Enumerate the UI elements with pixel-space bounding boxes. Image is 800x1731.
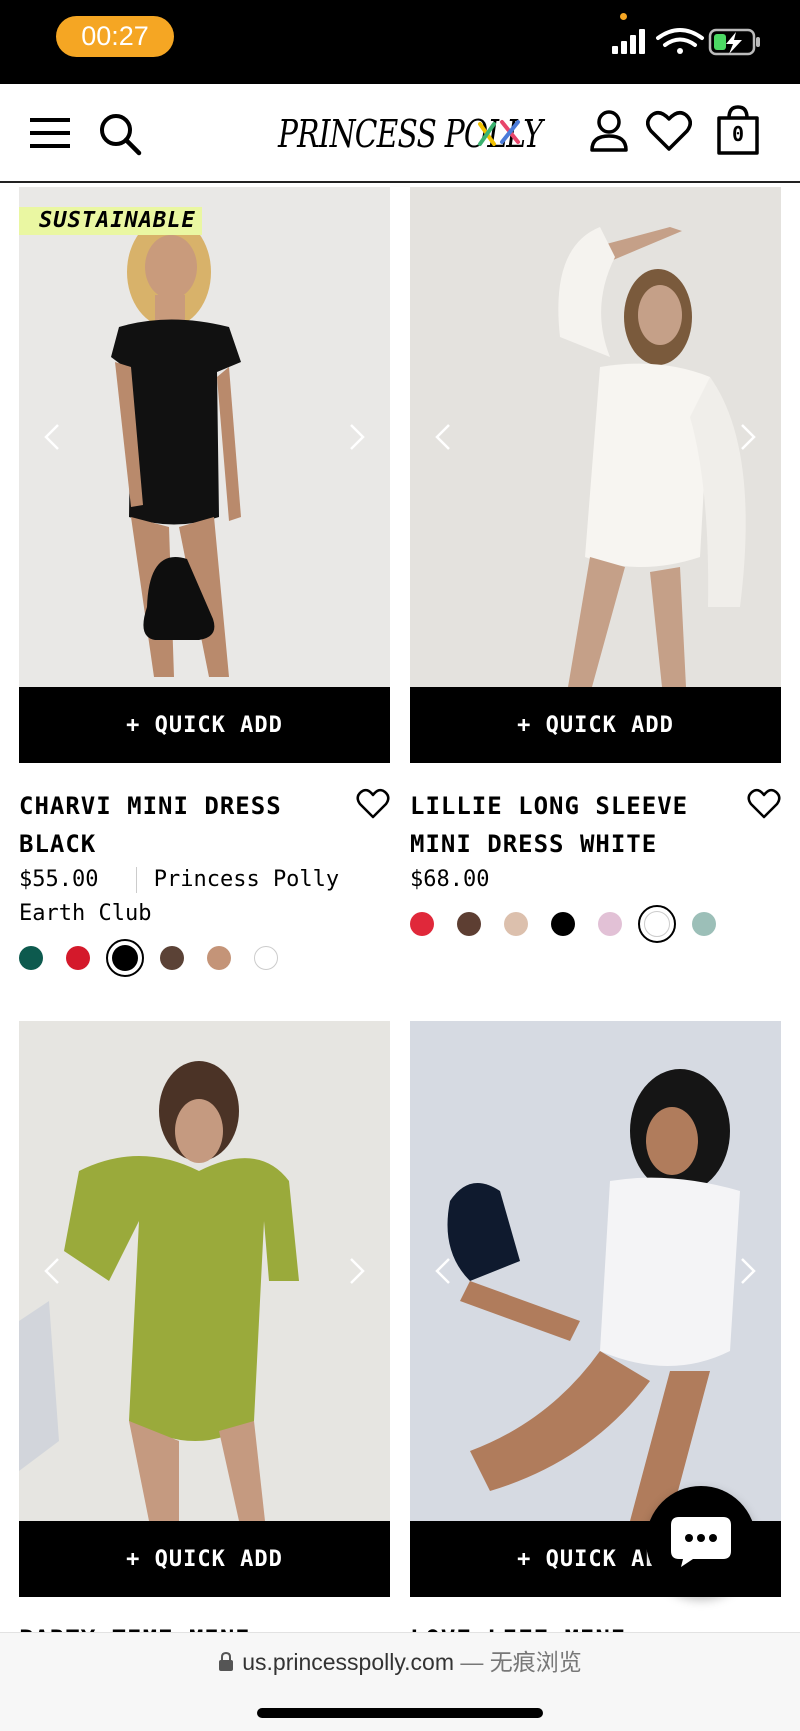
product-image-charvi[interactable]: SUSTAINABLE	[19, 187, 390, 687]
product-image-lillie[interactable]	[410, 187, 781, 687]
divider	[135, 867, 137, 893]
url-display[interactable]: us.princesspolly.com — 无痕浏览	[0, 1643, 800, 1677]
swatch-red[interactable]	[66, 946, 90, 970]
product-price: $55.00	[19, 867, 99, 892]
battery-icon	[708, 28, 760, 56]
product-name[interactable]: LILLIE LONG SLEEVE MINI DRESS WHITE	[410, 787, 740, 863]
swatch-brown[interactable]	[160, 946, 184, 970]
product-photo	[410, 1021, 781, 1521]
product-name[interactable]: CHARVI MINI DRESS BLACK	[19, 787, 349, 863]
price-row: $55.00 Princess Polly Earth Club	[19, 863, 390, 931]
search-icon[interactable]	[98, 112, 142, 156]
cart-button[interactable]: 0	[716, 104, 760, 156]
swatch-nude[interactable]	[504, 912, 528, 936]
cart-count: 0	[731, 122, 745, 146]
status-time: 00:27	[56, 16, 174, 57]
chat-button[interactable]	[646, 1486, 756, 1596]
swatch-black-selected[interactable]	[106, 939, 144, 977]
swatch-brown[interactable]	[457, 912, 481, 936]
color-swatches	[410, 905, 739, 943]
heart-icon[interactable]	[356, 787, 390, 821]
wifi-icon	[656, 28, 704, 54]
chevron-left-icon[interactable]	[33, 1251, 73, 1291]
quick-add-button[interactable]: + QUICK ADD	[19, 687, 390, 763]
swatch-pink[interactable]	[598, 912, 622, 936]
swatch-sage[interactable]	[692, 912, 716, 936]
chevron-right-icon[interactable]	[727, 417, 767, 457]
chevron-right-icon[interactable]	[336, 1251, 376, 1291]
private-mode-label: — 无痕浏览	[460, 1649, 582, 1675]
wishlist-icon[interactable]	[646, 110, 692, 152]
browser-url-bar[interactable]: us.princesspolly.com — 无痕浏览	[0, 1632, 800, 1731]
product-photo	[19, 1021, 390, 1521]
recording-indicator	[620, 13, 627, 20]
menu-icon[interactable]	[30, 118, 70, 148]
color-swatches	[19, 939, 301, 977]
product-photo	[19, 187, 390, 687]
sustainable-badge: SUSTAINABLE	[19, 207, 202, 235]
account-icon[interactable]	[590, 110, 628, 152]
swatch-green[interactable]	[19, 946, 43, 970]
site-header: PRINCESS POLLY 0	[0, 84, 800, 183]
signal-icon	[612, 29, 645, 54]
chevron-left-icon[interactable]	[424, 1251, 464, 1291]
url-domain: us.princesspolly.com	[242, 1649, 454, 1675]
swatch-red[interactable]	[410, 912, 434, 936]
product-price: $68.00	[410, 867, 490, 892]
home-indicator	[257, 1708, 543, 1718]
heart-icon[interactable]	[747, 787, 781, 821]
status-icons	[612, 28, 760, 56]
chevron-left-icon[interactable]	[33, 417, 73, 457]
chevron-right-icon[interactable]	[727, 1251, 767, 1291]
product-image-white-mini[interactable]	[410, 1021, 781, 1521]
quick-add-button[interactable]: + QUICK ADD	[410, 687, 781, 763]
swatch-white-selected[interactable]	[638, 905, 676, 943]
swatch-white[interactable]	[254, 946, 278, 970]
swatch-tan[interactable]	[207, 946, 231, 970]
chevron-right-icon[interactable]	[336, 417, 376, 457]
quick-add-button[interactable]: + QUICK ADD	[19, 1521, 390, 1597]
status-bar: 00:27	[0, 0, 800, 84]
product-photo	[410, 187, 781, 687]
lock-icon	[219, 1651, 234, 1671]
chevron-left-icon[interactable]	[424, 417, 464, 457]
chat-bubble-icon	[671, 1517, 731, 1567]
product-image-green-wrap[interactable]	[19, 1021, 390, 1521]
swatch-black[interactable]	[551, 912, 575, 936]
logo-xx-mark	[478, 120, 520, 146]
